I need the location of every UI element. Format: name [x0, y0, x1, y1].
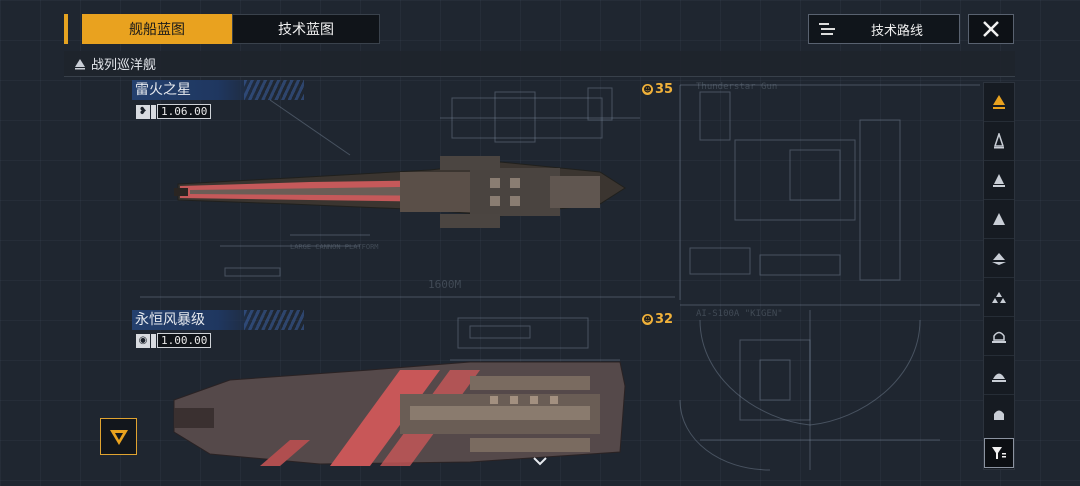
list-tree-icon [819, 22, 835, 36]
close-icon [983, 21, 999, 37]
sidebar-item-station[interactable] [984, 395, 1014, 433]
frigate-icon [993, 133, 1005, 149]
blueprint-caption: LARGE CANNON PLATFORM [290, 243, 379, 251]
tab-marker [64, 14, 68, 44]
ship-class-sidebar [983, 82, 1015, 470]
ship-version: 1.06.00 [157, 104, 212, 119]
battlecruiser-icon [993, 95, 1005, 109]
ship-name: 永恒风暴级 [132, 310, 304, 330]
cruiser-icon [993, 213, 1005, 225]
sidebar-item-battlecruiser[interactable] [984, 83, 1014, 122]
station-icon [994, 410, 1004, 420]
weapon-type-icon: ◉ [136, 333, 150, 348]
filter-button[interactable] [984, 438, 1014, 468]
sidebar-item-destroyer[interactable] [984, 161, 1014, 200]
carrier-icon [992, 253, 1006, 265]
ship-version: 1.00.00 [157, 333, 212, 348]
tech-route-label: 技术路线 [871, 23, 924, 39]
ship-version-badge: ❥ 1.06.00 [136, 104, 212, 119]
blueprint-caption: AI-S100A "KIGEN" [696, 309, 783, 319]
corvette-icon [992, 331, 1006, 343]
auxiliary-ship-icon [992, 373, 1006, 382]
ship-name: 雷火之星 [132, 80, 304, 100]
filter-icon [992, 447, 1006, 459]
ship-class-icon [75, 58, 85, 69]
warning-triangle-icon [109, 429, 128, 445]
tab-ship-blueprints[interactable]: 舰船蓝图 [82, 14, 232, 44]
blueprint-scale-label: 1600M [428, 278, 462, 291]
scroll-down-chevron-icon[interactable] [532, 456, 548, 468]
sidebar-item-cruiser[interactable] [984, 200, 1014, 239]
cost-coin-icon: ☻ [642, 314, 653, 325]
destroyer-icon [993, 174, 1005, 187]
category-bar: 战列巡洋舰 [64, 51, 1015, 77]
warning-button[interactable] [100, 418, 137, 455]
tech-route-button[interactable]: 技术路线 [808, 14, 960, 44]
fighter-squadron-icon [992, 292, 1006, 303]
ship-cost: ☻ 32 [642, 312, 673, 327]
cost-value: 32 [655, 312, 674, 327]
ship-eternal-storm-model[interactable] [170, 356, 630, 468]
sidebar-item-frigate[interactable] [984, 122, 1014, 161]
weapon-type-icon: ❥ [136, 104, 150, 119]
ship-cost: ☻ 35 [642, 82, 673, 97]
sidebar-item-corvette[interactable] [984, 317, 1014, 356]
sidebar-item-auxiliary[interactable] [984, 356, 1014, 395]
tab-tech-blueprints[interactable]: 技术蓝图 [232, 14, 380, 44]
ship-version-badge: ◉ 1.00.00 [136, 333, 212, 348]
sidebar-item-fighter-squadron[interactable] [984, 278, 1014, 317]
ship-thunderstar-model[interactable] [170, 152, 630, 242]
cost-coin-icon: ☻ [642, 84, 653, 95]
sidebar-item-carrier[interactable] [984, 239, 1014, 278]
blueprint-caption: Thunderstar Gun [696, 82, 778, 92]
cost-value: 35 [655, 82, 674, 97]
top-tab-bar: 舰船蓝图 技术蓝图 技术路线 [64, 14, 1014, 45]
category-label: 战列巡洋舰 [91, 58, 157, 73]
close-button[interactable] [968, 14, 1014, 44]
